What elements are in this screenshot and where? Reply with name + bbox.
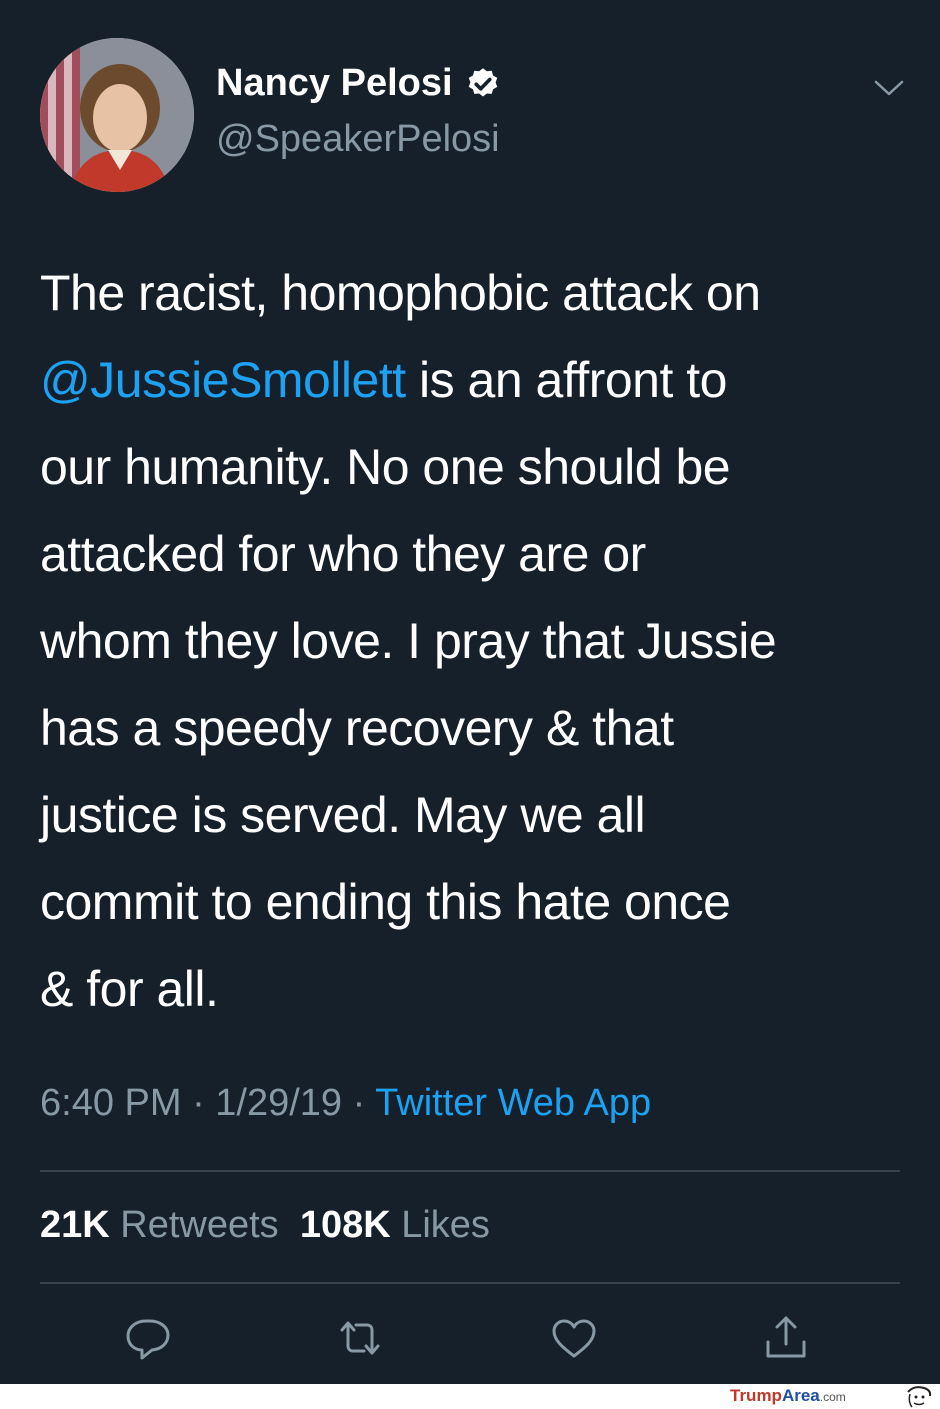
author-handle[interactable]: @SpeakerPelosi xyxy=(216,118,500,161)
tweet-text-line: has a speedy recovery & that xyxy=(40,700,674,756)
tweet-text-line: our humanity. No one should be xyxy=(40,439,731,495)
tweet-stats: 21K Retweets 108K Likes xyxy=(40,1204,490,1247)
avatar[interactable] xyxy=(40,38,194,192)
tweet-text-line: attacked for who they are or xyxy=(40,526,646,582)
share-icon[interactable] xyxy=(760,1312,812,1364)
watermark-part-2: Area xyxy=(781,1386,820,1405)
likes-label: Likes xyxy=(401,1204,490,1246)
author-display-name[interactable]: Nancy Pelosi xyxy=(216,62,453,105)
chevron-down-icon[interactable] xyxy=(872,76,906,100)
tweet-text-line: whom they love. I pray that Jussie xyxy=(40,613,777,669)
tweet-text-line: The racist, homophobic attack on xyxy=(40,265,761,321)
mention-link[interactable]: @JussieSmollett xyxy=(40,352,406,408)
divider xyxy=(40,1282,900,1284)
like-icon[interactable] xyxy=(548,1312,600,1364)
retweet-icon[interactable] xyxy=(334,1312,386,1364)
watermark-part-1: Trump xyxy=(730,1386,782,1405)
tweet-text-line: justice is served. May we all xyxy=(40,787,646,843)
watermark-text: TrumpArea.com xyxy=(730,1386,846,1406)
watermark-part-3: .com xyxy=(819,1390,846,1404)
avatar-image xyxy=(40,38,194,192)
likes-stat[interactable]: 108K Likes xyxy=(300,1204,490,1246)
retweets-label: Retweets xyxy=(120,1204,279,1246)
verified-badge-icon xyxy=(468,67,497,96)
likes-count: 108K xyxy=(299,1204,391,1246)
tweet-card: Nancy Pelosi @SpeakerPelosi The racist, … xyxy=(0,0,940,1384)
tweet-text-fragment: is an affront to xyxy=(419,352,727,408)
reply-icon[interactable] xyxy=(122,1312,174,1364)
tweet-source-link[interactable]: Twitter Web App xyxy=(375,1082,651,1124)
tweet-text: The racist, homophobic attack on @Jussie… xyxy=(40,250,910,1033)
divider xyxy=(40,1170,900,1172)
retweets-count: 21K xyxy=(40,1204,110,1246)
retweets-stat[interactable]: 21K Retweets xyxy=(40,1204,279,1246)
tweet-timestamp[interactable]: 6:40 PM · 1/29/19 · xyxy=(40,1082,375,1124)
tweet-text-line: @JussieSmollett is an affront to xyxy=(40,337,910,424)
tweet-meta: 6:40 PM · 1/29/19 · Twitter Web App xyxy=(40,1082,651,1125)
tweet-text-line: & for all. xyxy=(40,961,219,1017)
tweet-text-line: commit to ending this hate once xyxy=(40,874,731,930)
watermark-logo-icon xyxy=(907,1386,932,1408)
author-name-row: Nancy Pelosi xyxy=(216,62,501,105)
